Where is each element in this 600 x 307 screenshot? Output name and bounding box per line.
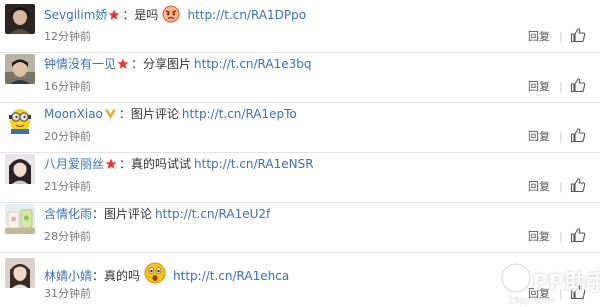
short-link[interactable]: http://t.cn/RA1DPpo <box>187 8 306 22</box>
comment-content: Sevgilim娇 ：是吗 http://t.cn/RA1DPpo <box>44 5 306 23</box>
divider: | <box>559 30 563 43</box>
red-star-icon[interactable] <box>117 57 129 75</box>
timestamp: 21分钟前 <box>44 180 91 193</box>
timestamp: 12分钟前 <box>44 30 91 43</box>
reply-button[interactable]: 回复 <box>528 229 550 245</box>
username-link[interactable]: 林婧小婧 <box>44 269 92 283</box>
comment-text: ：是吗 <box>122 8 159 22</box>
comment-text: ：真的吗 <box>92 269 141 283</box>
reply-button[interactable]: 回复 <box>528 179 550 195</box>
comment-content: MoonXiao ：图片评论 http://t.cn/RA1epTo <box>44 105 297 123</box>
comment-text: ：真的吗试试 <box>119 157 192 171</box>
timestamp: 16分钟前 <box>44 80 91 93</box>
watermark-text: PP助手 <box>532 271 600 296</box>
comment-text: ：图片评论 <box>92 207 153 221</box>
short-link[interactable]: http://t.cn/RA1e3bq <box>194 57 311 71</box>
thumbs-up-icon[interactable] <box>570 127 586 147</box>
thumbs-up-icon[interactable] <box>570 227 586 247</box>
surprised-face-emoji <box>144 262 166 289</box>
comment-item: MoonXiao ：图片评论 http://t.cn/RA1epTo 20分钟前 回… <box>0 100 600 153</box>
username-link[interactable]: 含情化雨 <box>44 207 92 221</box>
avatar[interactable] <box>5 258 35 288</box>
reply-button[interactable]: 回复 <box>528 129 550 145</box>
divider: | <box>559 80 563 93</box>
reply-button[interactable]: 回复 <box>528 29 550 45</box>
comment-text: ：图片评论 <box>118 107 179 121</box>
username-link[interactable]: 八月爱丽丝 <box>44 157 104 171</box>
username-link[interactable]: 钟情没有一见 <box>44 57 116 71</box>
avatar[interactable] <box>5 4 35 34</box>
username-link[interactable]: MoonXiao <box>44 107 103 121</box>
watermark: PP助手 25pp.com <box>496 259 600 307</box>
avatar[interactable] <box>5 54 35 84</box>
red-star-icon[interactable] <box>108 8 120 26</box>
timestamp: 20分钟前 <box>44 130 91 143</box>
divider: | <box>559 130 563 143</box>
gold-v-icon[interactable] <box>104 107 117 125</box>
comment-content: 含情化雨：图片评论 http://t.cn/RA1eU2f <box>44 205 270 223</box>
red-star-icon[interactable] <box>105 157 117 175</box>
comment-item: 钟情没有一见 ：分享图片 http://t.cn/RA1e3bq 16分钟前 回复 … <box>0 50 600 103</box>
pp-logo-icon <box>500 262 532 298</box>
timestamp: 31分钟前 <box>44 287 91 300</box>
comment-item: Sevgilim娇 ：是吗 http://t.cn/RA1DPpo 12分钟前 回复… <box>0 0 600 53</box>
comment-content: 八月爱丽丝 ：真的吗试试 http://t.cn/RA1eNSR <box>44 155 314 173</box>
avatar[interactable] <box>5 154 35 184</box>
short-link[interactable]: http://t.cn/RA1eU2f <box>155 207 270 221</box>
reply-button[interactable]: 回复 <box>528 79 550 95</box>
thumbs-up-icon[interactable] <box>570 27 586 47</box>
short-link[interactable]: http://t.cn/RA1ehca <box>173 269 289 283</box>
avatar[interactable] <box>5 104 35 134</box>
thumbs-up-icon[interactable] <box>570 177 586 197</box>
short-link[interactable]: http://t.cn/RA1epTo <box>182 107 297 121</box>
watermark-url: 25pp.com <box>508 296 553 306</box>
timestamp: 28分钟前 <box>44 230 91 243</box>
comment-item: 含情化雨：图片评论 http://t.cn/RA1eU2f 28分钟前 回复 | <box>0 200 600 253</box>
short-link[interactable]: http://t.cn/RA1eNSR <box>194 157 314 171</box>
comment-item: 八月爱丽丝 ：真的吗试试 http://t.cn/RA1eNSR 21分钟前 回复 … <box>0 150 600 203</box>
comment-content: 钟情没有一见 ：分享图片 http://t.cn/RA1e3bq <box>44 55 312 73</box>
comment-content: 林婧小婧：真的吗 http://t.cn/RA1ehca <box>44 262 289 284</box>
thumbs-up-icon[interactable] <box>570 77 586 97</box>
username-link[interactable]: Sevgilim娇 <box>44 8 107 22</box>
divider: | <box>559 230 563 243</box>
divider: | <box>559 180 563 193</box>
comment-text: ：分享图片 <box>131 57 192 71</box>
avatar[interactable] <box>5 204 35 234</box>
angry-face-emoji <box>162 5 180 28</box>
